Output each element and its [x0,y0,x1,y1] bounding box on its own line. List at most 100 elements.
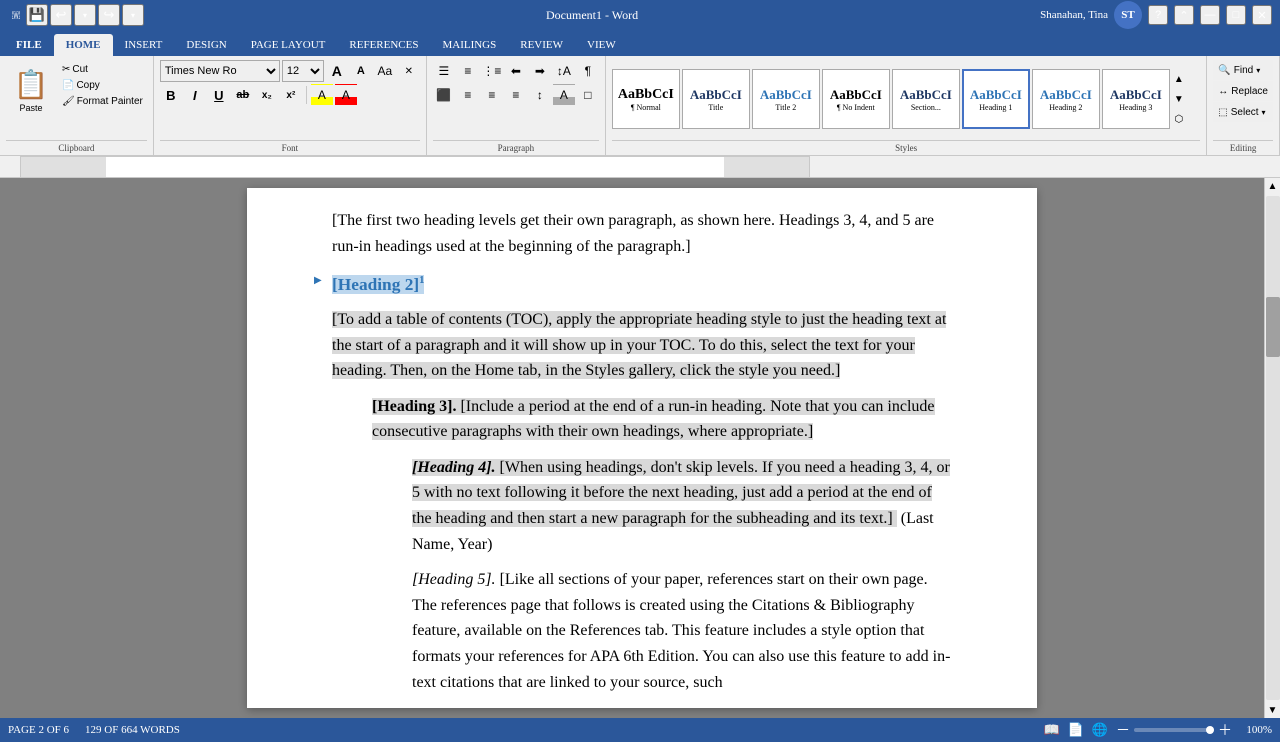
zoom-in-button[interactable]: ＋ [1218,720,1232,740]
tab-file[interactable]: FILE [4,34,54,56]
style-heading2[interactable]: AaBbCcI Heading 2 [1032,69,1100,129]
style-section-preview: AaBbCcI [900,87,952,103]
decrease-indent-button[interactable]: ⬅ [505,60,527,82]
heading2: [Heading 2]1 [332,271,952,299]
help-button[interactable]: ? [1148,5,1168,25]
increase-indent-button[interactable]: ➡ [529,60,551,82]
toc-paragraph: [To add a table of contents (TOC), apply… [332,307,952,384]
style-no-indent[interactable]: AaBbCcI ¶ No Indent [822,69,890,129]
grow-font-button[interactable]: A [326,60,348,82]
heading4-block: [Heading 4]. [When using headings, don't… [412,455,952,557]
zoom-out-button[interactable]: － [1116,720,1130,740]
scroll-track[interactable] [1266,196,1280,700]
format-painter-icon: 🖌 [62,96,75,107]
font-size-select[interactable]: 12 [282,60,324,82]
minimize-button[interactable]: — [1200,5,1220,25]
styles-scroll-down[interactable]: ▼ [1172,89,1186,109]
editing-buttons: 🔍 Find ▾ ↔ Replace ⬚ Select ▾ [1213,60,1273,122]
cut-icon: ✂ [62,64,70,75]
tab-insert[interactable]: INSERT [113,34,175,56]
clipboard-small-buttons: ✂ Cut 📄 Copy 🖌 Format Painter [58,60,147,109]
strikethrough-button[interactable]: ab [232,84,254,106]
style-title2[interactable]: AaBbCcI Title 2 [752,69,820,129]
font-color-button[interactable]: A [335,84,357,106]
format-painter-button[interactable]: 🖌 Format Painter [58,94,147,109]
tab-mailings[interactable]: MAILINGS [430,34,508,56]
print-layout-icon[interactable]: 📄 [1068,722,1084,738]
change-case-button[interactable]: Aa [374,60,396,82]
paste-button[interactable]: 📋 Paste [6,60,56,120]
align-right-button[interactable]: ≡ [481,84,503,106]
highlight-button[interactable]: A [311,84,333,106]
save-quick-button[interactable]: 💾 [26,4,48,26]
border-button[interactable]: □ [577,84,599,106]
font-family-select[interactable]: Times New Ro [160,60,280,82]
tab-view[interactable]: VIEW [575,34,628,56]
quick-access-dropdown[interactable]: ▾ [122,4,144,26]
font-controls: Times New Ro 12 A A Aa ✕ B I U ab x₂ [160,60,420,106]
style-title[interactable]: AaBbCcI Title [682,69,750,129]
find-button[interactable]: 🔍 Find ▾ [1213,60,1273,80]
scroll-thumb[interactable] [1266,297,1280,357]
style-section[interactable]: AaBbCcI Section... [892,69,960,129]
clear-formatting-button[interactable]: ✕ [398,60,420,82]
maximize-button[interactable]: □ [1226,5,1246,25]
style-title-preview: AaBbCcI [690,87,742,103]
ribbon-collapse-button[interactable]: ⌃ [1174,5,1194,25]
shading-button[interactable]: A [553,84,575,106]
find-label: Find [1234,65,1253,76]
copy-button[interactable]: 📄 Copy [58,78,147,93]
style-heading1-label: Heading 1 [979,103,1012,112]
multi-list-button[interactable]: ⋮≡ [481,60,503,82]
tab-review[interactable]: REVIEW [508,34,575,56]
line-spacing-button[interactable]: ↕ [529,84,551,106]
document[interactable]: [The first two heading levels get their … [247,188,1037,708]
center-button[interactable]: ≡ [457,84,479,106]
select-button[interactable]: ⬚ Select ▾ [1213,102,1273,122]
scroll-up-button[interactable]: ▲ [1265,178,1280,194]
styles-scroll-up[interactable]: ▲ [1172,69,1186,89]
style-heading3[interactable]: AaBbCcI Heading 3 [1102,69,1170,129]
undo-dropdown-button[interactable]: ▾ [74,4,96,26]
document-scroll-area[interactable]: [The first two heading levels get their … [20,178,1264,718]
style-no-indent-preview: AaBbCcI [830,87,882,103]
shrink-font-button[interactable]: A [350,60,372,82]
ruler [0,156,1280,178]
bold-button[interactable]: B [160,84,182,106]
collapse-arrow[interactable]: ▶ [314,273,322,289]
styles-expand[interactable]: ⬡ [1172,109,1186,129]
cut-button[interactable]: ✂ Cut [58,62,147,77]
undo-quick-button[interactable]: ↩ [50,4,72,26]
superscript-button[interactable]: x² [280,84,302,106]
align-left-button[interactable]: ⬛ [433,84,455,106]
italic-button[interactable]: I [184,84,206,106]
close-button[interactable]: ✕ [1252,5,1272,25]
format-painter-label: Format Painter [77,96,143,107]
numbered-list-button[interactable]: ≡ [457,60,479,82]
read-mode-icon[interactable]: 📖 [1043,722,1059,738]
clipboard-label: Clipboard [6,140,147,153]
scrollbar-vertical[interactable]: ▲ ▼ [1264,178,1280,718]
replace-button[interactable]: ↔ Replace [1213,81,1273,101]
quick-access-toolbar: 🇼 💾 ↩ ▾ ↪ ▾ [8,4,144,26]
show-hide-button[interactable]: ¶ [577,60,599,82]
tab-home[interactable]: HOME [54,34,113,56]
font-group: Times New Ro 12 A A Aa ✕ B I U ab x₂ [154,56,427,155]
heading5-block: [Heading 5]. [Like all sections of your … [412,567,952,695]
tab-references[interactable]: REFERENCES [337,34,430,56]
select-icon: ⬚ [1218,107,1227,118]
style-normal[interactable]: AaBbCcI ¶ Normal [612,69,680,129]
justify-button[interactable]: ≡ [505,84,527,106]
zoom-slider[interactable] [1134,728,1214,732]
find-dropdown-icon: ▾ [1256,66,1260,75]
tab-page-layout[interactable]: PAGE LAYOUT [239,34,338,56]
web-layout-icon[interactable]: 🌐 [1092,722,1108,738]
scroll-down-button[interactable]: ▼ [1265,702,1280,718]
subscript-button[interactable]: x₂ [256,84,278,106]
style-heading1[interactable]: AaBbCcI Heading 1 [962,69,1030,129]
sort-button[interactable]: ↕A [553,60,575,82]
underline-button[interactable]: U [208,84,230,106]
tab-design[interactable]: DESIGN [174,34,238,56]
bullets-button[interactable]: ☰ [433,60,455,82]
redo-quick-button[interactable]: ↪ [98,4,120,26]
